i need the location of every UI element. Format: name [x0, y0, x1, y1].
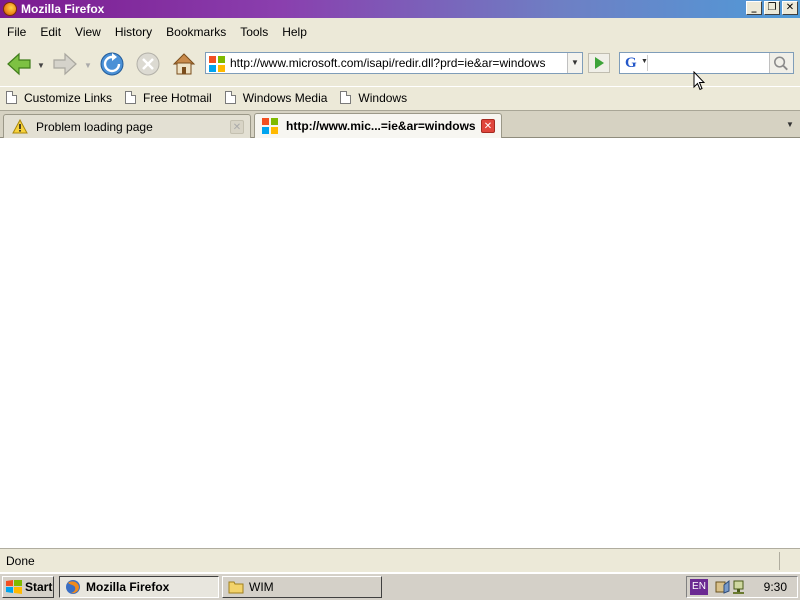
- tab-list-dropdown[interactable]: ▼: [782, 114, 798, 136]
- menu-history[interactable]: History: [108, 25, 159, 39]
- taskbar: Start Mozilla Firefox WIM EN 9:30: [0, 572, 800, 600]
- microsoft-logo-icon: [209, 56, 225, 72]
- start-button[interactable]: Start: [2, 576, 54, 598]
- bookmark-windows-media[interactable]: Windows Media: [224, 90, 328, 105]
- status-divider: [779, 552, 780, 570]
- bookmarks-toolbar: Customize Links Free Hotmail Windows Med…: [0, 86, 800, 108]
- taskbar-item-firefox[interactable]: Mozilla Firefox: [59, 576, 219, 598]
- page-content[interactable]: [0, 138, 800, 548]
- taskbar-item-label: WIM: [249, 580, 274, 594]
- taskbar-item-label: Mozilla Firefox: [86, 580, 170, 594]
- navigation-toolbar: ▼ ▼ http://www.microsoft.com/isapi/redir…: [0, 46, 800, 82]
- network-icon[interactable]: [731, 579, 747, 595]
- bookmark-label: Windows Media: [242, 90, 328, 105]
- page-icon: [340, 91, 352, 104]
- clock: 9:30: [763, 580, 787, 594]
- bookmark-customize-links[interactable]: Customize Links: [6, 91, 112, 105]
- menu-bookmarks[interactable]: Bookmarks: [159, 25, 233, 39]
- menu-bar: File Edit View History Bookmarks Tools H…: [0, 22, 800, 42]
- menu-edit[interactable]: Edit: [33, 25, 68, 39]
- search-engine-selector[interactable]: G ▼: [622, 55, 648, 71]
- url-history-dropdown[interactable]: ▼: [567, 53, 582, 73]
- bookmark-windows[interactable]: Windows: [340, 91, 407, 105]
- bookmark-free-hotmail[interactable]: Free Hotmail: [125, 91, 212, 105]
- tab-close-button[interactable]: ✕: [481, 119, 495, 133]
- url-bar[interactable]: http://www.microsoft.com/isapi/redir.dll…: [205, 52, 583, 74]
- firefox-icon: [3, 2, 17, 16]
- search-box: G ▼: [619, 52, 794, 74]
- menu-file[interactable]: File: [0, 25, 33, 39]
- go-icon[interactable]: [588, 53, 610, 73]
- stop-icon[interactable]: [135, 51, 161, 77]
- taskbar-item-wim[interactable]: WIM: [222, 576, 382, 598]
- page-icon: [6, 91, 17, 104]
- tab-problem-loading[interactable]: Problem loading page ✕: [3, 114, 251, 138]
- restore-button[interactable]: ❐: [764, 1, 780, 15]
- back-icon[interactable]: [6, 51, 32, 77]
- window-title-bar[interactable]: Mozilla Firefox _ ❐ ✕: [0, 0, 800, 18]
- status-bar: Done: [0, 548, 800, 572]
- bookmark-label: Windows: [358, 90, 408, 105]
- system-tray: EN 9:30: [686, 576, 798, 598]
- bookmark-label: Customize Links: [24, 90, 113, 105]
- tab-microsoft[interactable]: http://www.mic...=ie&ar=windows ✕: [254, 113, 502, 138]
- folder-icon: [228, 581, 244, 594]
- chevron-down-icon: ▼: [641, 58, 648, 65]
- home-icon[interactable]: [171, 51, 197, 77]
- start-label: Start: [25, 580, 53, 594]
- forward-history-dropdown[interactable]: ▼: [84, 61, 92, 70]
- page-icon: [125, 91, 137, 104]
- magnifier-icon[interactable]: [769, 53, 793, 73]
- menu-tools[interactable]: Tools: [233, 25, 275, 39]
- menu-view[interactable]: View: [68, 25, 108, 39]
- tab-label: http://www.mic...=ie&ar=windows: [286, 119, 476, 133]
- url-text[interactable]: http://www.microsoft.com/isapi/redir.dll…: [230, 56, 545, 70]
- window-controls: _ ❐ ✕: [746, 1, 798, 15]
- language-indicator[interactable]: EN: [690, 579, 708, 595]
- firefox-icon: [66, 580, 80, 594]
- microsoft-logo-icon: [262, 118, 278, 134]
- menu-help[interactable]: Help: [275, 25, 314, 39]
- minimize-button[interactable]: _: [746, 1, 762, 15]
- window-title: Mozilla Firefox: [21, 2, 105, 16]
- reload-icon[interactable]: [99, 51, 125, 77]
- tab-strip: Problem loading page ✕ http://www.mic...…: [0, 110, 800, 138]
- page-icon: [224, 91, 236, 104]
- close-button[interactable]: ✕: [782, 1, 798, 15]
- tab-close-button[interactable]: ✕: [230, 119, 244, 134]
- search-input[interactable]: [652, 54, 768, 72]
- warning-icon: [12, 119, 28, 134]
- bookmark-label: Free Hotmail: [143, 90, 212, 105]
- mouse-cursor-icon: [693, 71, 705, 91]
- windows-logo-icon: [6, 580, 22, 594]
- tray-app-icon[interactable]: [714, 579, 730, 595]
- back-history-dropdown[interactable]: ▼: [37, 61, 45, 70]
- tab-label: Problem loading page: [36, 119, 153, 134]
- forward-icon[interactable]: [52, 51, 78, 77]
- status-text: Done: [6, 553, 35, 568]
- google-icon: G: [625, 55, 637, 71]
